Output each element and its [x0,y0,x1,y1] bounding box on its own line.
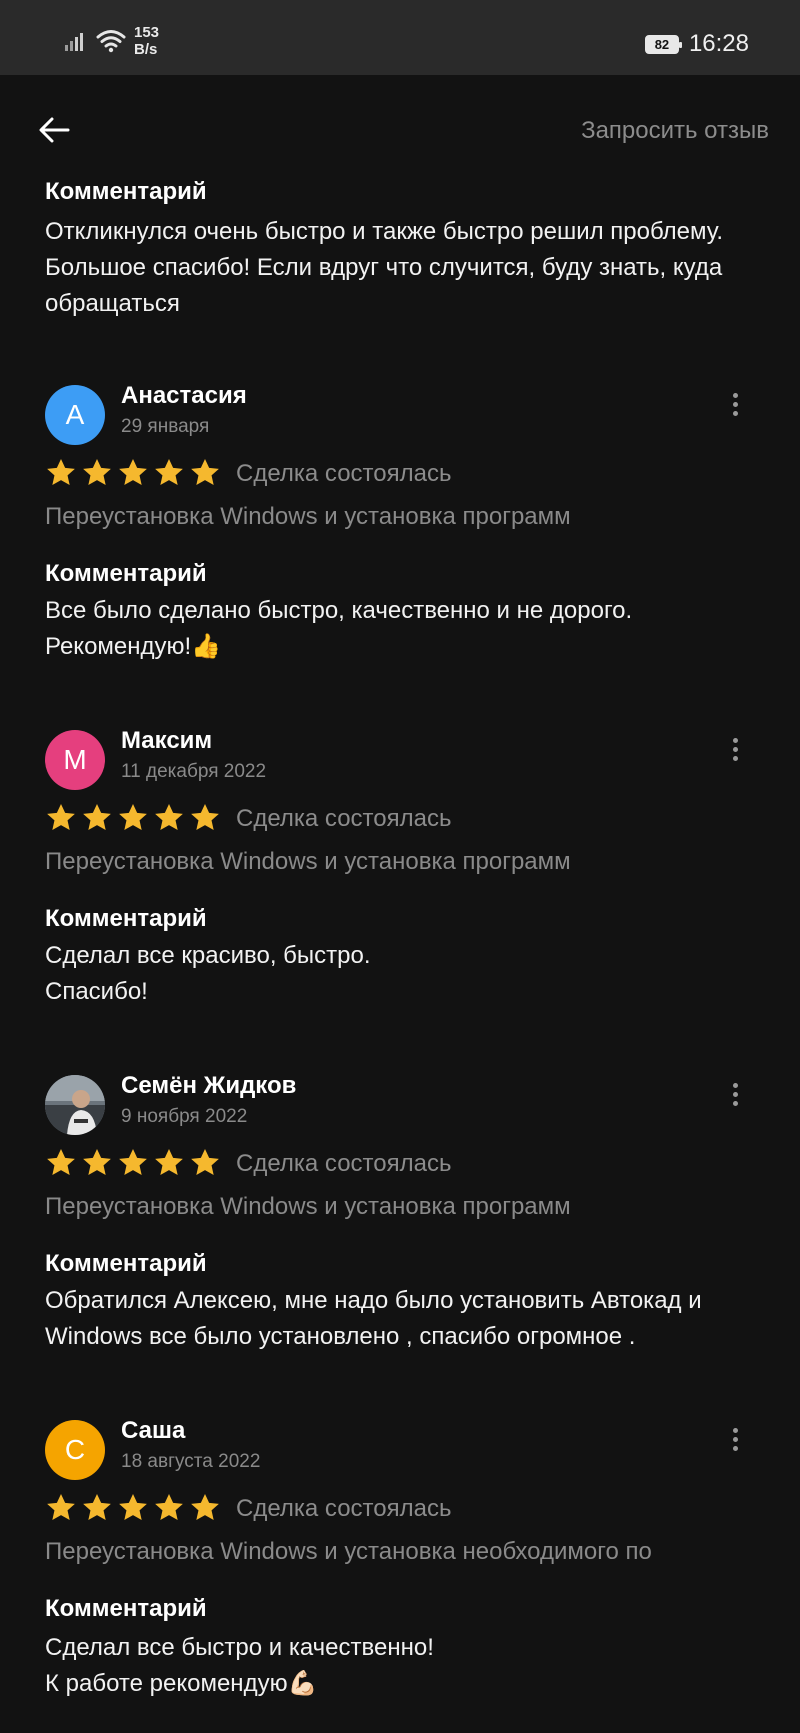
star-icon [191,1149,219,1175]
star-icon [119,1494,147,1520]
star-icon [191,1494,219,1520]
review-date: 29 января [121,416,210,437]
star-icon [119,1149,147,1175]
star-icon [155,459,183,485]
star-icon [47,804,75,830]
more-options-button[interactable] [725,390,745,420]
avatar-photo [45,1075,105,1135]
star-icon [119,804,147,830]
person-photo-icon [45,1075,105,1135]
deal-status: Сделка состоялась [236,1150,452,1177]
app-bar: Запросить отзыв [0,100,800,160]
back-button[interactable] [36,112,72,148]
star-icon [83,804,111,830]
more-options-button[interactable] [725,735,745,765]
rating-stars [45,1492,221,1524]
request-review-button[interactable]: Запросить отзыв [581,117,769,145]
service-name: Переустановка Windows и установка необхо… [45,1538,652,1565]
network-speed: 153 B/s [134,24,159,58]
comment-label: Комментарий [45,560,207,587]
star-icon [47,1149,75,1175]
signal-icon [65,33,83,51]
rating-stars [45,1147,221,1179]
service-name: Переустановка Windows и установка програ… [45,1193,571,1220]
status-bar: 153 B/s 82 16:28 [0,0,800,75]
comment-line-1: Сделал все быстро и качественно! [45,1634,434,1661]
comment-line-2: Спасибо! [45,978,148,1005]
star-icon [47,459,75,485]
comment-label: Комментарий [45,178,207,205]
star-icon [83,1494,111,1520]
review-date: 11 декабря 2022 [121,761,267,782]
star-icon [191,459,219,485]
arrow-left-icon [39,117,70,143]
comment-line-2: Рекомендую!👍 [45,633,222,660]
reviewer-name: Анастасия [121,382,247,409]
more-options-button[interactable] [725,1080,745,1110]
star-icon [155,1494,183,1520]
comment-text: Откликнулся очень быстро и также быстро … [45,218,724,317]
comment-label: Комментарий [45,1250,207,1277]
comment-label: Комментарий [45,1595,207,1622]
deal-status: Сделка состоялась [236,805,452,832]
star-icon [83,1149,111,1175]
comment-line-2: К работе рекомендую💪🏻 [45,1670,318,1697]
service-name: Переустановка Windows и установка програ… [45,848,571,875]
avatar: М [45,730,105,790]
wifi-icon [96,30,126,53]
network-speed-value: 153 [134,24,160,41]
deal-status: Сделка состоялась [236,1495,452,1522]
comment-line-2: Windows все было установлено , спасибо о… [45,1323,636,1350]
service-name: Переустановка Windows и установка програ… [45,503,571,530]
reviewer-name: Саша [121,1417,186,1444]
star-icon [191,804,219,830]
comment-line-1: Сделал все красиво, быстро. [45,942,371,969]
comment-line-1: Все было сделано быстро, качественно и н… [45,597,633,624]
review-date: 18 августа 2022 [121,1451,261,1472]
avatar: А [45,385,105,445]
reviewer-name: Максим [121,727,213,754]
reviewer-name: Семён Жидков [121,1072,297,1099]
star-icon [155,1149,183,1175]
rating-stars [45,457,221,489]
review-date: 9 ноября 2022 [121,1106,248,1127]
network-speed-unit: B/s [134,41,158,58]
star-icon [47,1494,75,1520]
star-icon [119,459,147,485]
rating-stars [45,802,221,834]
more-options-button[interactable] [725,1425,745,1455]
comment-line-1: Обратился Алексею, мне надо было установ… [45,1287,702,1314]
deal-status: Сделка состоялась [236,460,452,487]
comment-label: Комментарий [45,905,207,932]
star-icon [155,804,183,830]
battery-indicator: 82 [644,34,682,54]
star-icon [83,459,111,485]
status-clock: 16:28 [688,30,749,57]
avatar: С [45,1420,105,1480]
